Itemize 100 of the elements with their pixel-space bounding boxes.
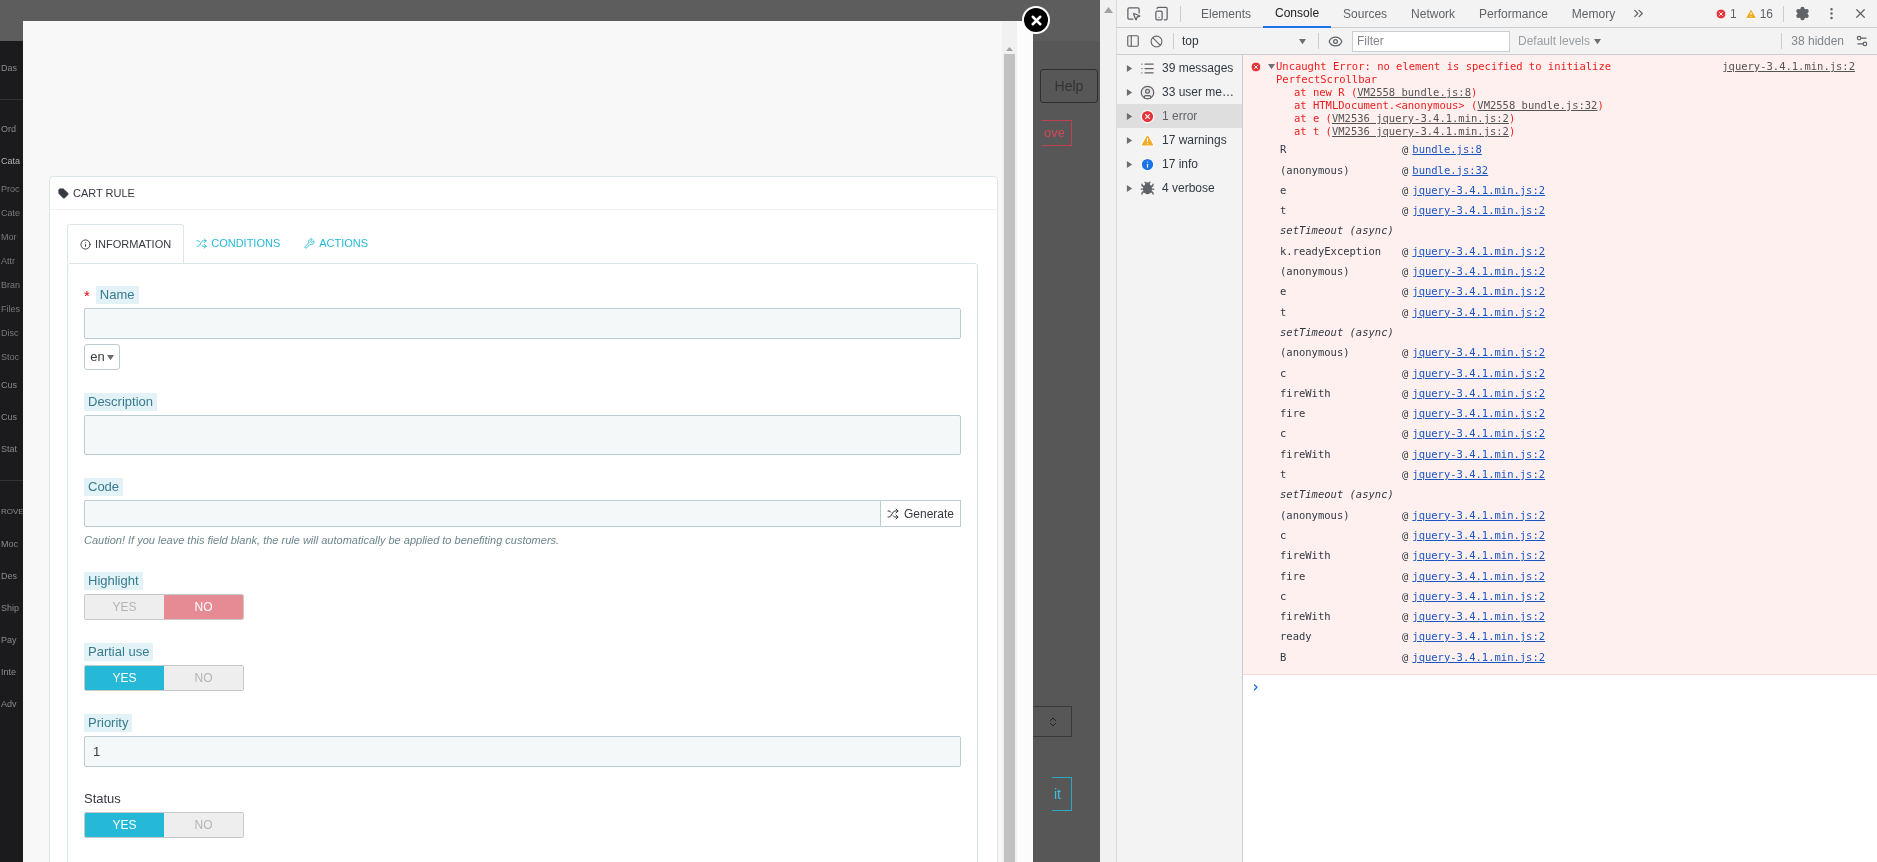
expand-icon (1126, 64, 1133, 72)
language-dropdown[interactable]: en (84, 344, 120, 370)
text-field[interactable]: 1 (84, 735, 961, 767)
source-link[interactable]: jquery-3.4.1.min.js:2 (1412, 203, 1546, 219)
filter-field[interactable]: Filter (1352, 30, 1510, 52)
async-marker: setTimeout (async) (1280, 324, 1394, 340)
sidebar-item[interactable]: Ship (0, 593, 23, 625)
sidebar-item[interactable]: Attr (0, 250, 23, 274)
message-group[interactable]: 4 verbose (1117, 176, 1242, 200)
sidebar-item[interactable]: Pay (0, 625, 23, 657)
source-link[interactable]: jquery-3.4.1.min.js:2 (1412, 406, 1546, 422)
source-link[interactable]: bundle.js:32 (1412, 162, 1489, 179)
source-link[interactable]: jquery-3.4.1.min.js:2 (1412, 588, 1546, 605)
source-link[interactable]: jquery-3.4.1.min.js:2 (1412, 284, 1546, 301)
source-link[interactable]: jquery-3.4.1.min.js:2 (1412, 507, 1546, 524)
function-name: fire (1280, 406, 1307, 422)
sidebar-item[interactable]: Inte (0, 657, 23, 689)
edit-button[interactable]: it (1052, 777, 1072, 811)
text-field[interactable] (84, 308, 961, 339)
sidebar-item[interactable]: Ord (0, 114, 23, 146)
sidebar-item[interactable]: Adv (0, 689, 23, 721)
source-link[interactable]: jquery-3.4.1.min.js:2 (1412, 426, 1546, 443)
message-group[interactable]: 17 warnings (1117, 128, 1242, 152)
source-link[interactable]: VM2536 jquery-3.4.1.min.js:2 (1331, 112, 1509, 124)
eye-icon[interactable] (1328, 33, 1343, 49)
shuffle-icon (196, 238, 208, 249)
console-prompt[interactable]: › (1251, 677, 1261, 696)
source-link[interactable]: jquery-3.4.1.min.js:2 (1722, 60, 1855, 73)
at-sign: @ (1402, 142, 1409, 158)
close-icon[interactable] (1853, 6, 1868, 21)
sidebar-item[interactable]: Stoc (0, 346, 23, 370)
sidebar-item[interactable]: Cus (0, 370, 23, 402)
message-group[interactable]: 1 error (1117, 104, 1242, 128)
source-link[interactable]: jquery-3.4.1.min.js:2 (1412, 345, 1546, 361)
inspect-icon[interactable] (1126, 6, 1141, 21)
sidebar-item[interactable]: Cata (0, 146, 23, 178)
devtools-tab[interactable]: Elements (1189, 0, 1264, 28)
sidebar-item[interactable]: Bran (0, 274, 23, 298)
at-sign: @ (1402, 609, 1409, 625)
sidebar-item[interactable]: Proc (0, 178, 23, 202)
source-link[interactable]: jquery-3.4.1.min.js:2 (1412, 446, 1546, 463)
at-sign: @ (1402, 649, 1409, 665)
sidebar-item[interactable]: Das (0, 53, 23, 85)
function-name: c (1280, 365, 1288, 381)
expand-icon (1126, 88, 1133, 96)
sidebar-item[interactable]: Cus (0, 402, 23, 434)
wrench-icon (304, 238, 316, 249)
function-name: c (1280, 527, 1288, 543)
clear-console-icon[interactable] (1150, 34, 1163, 48)
source-link[interactable]: jquery-3.4.1.min.js:2 (1412, 467, 1546, 483)
tab[interactable]: INFORMATION (67, 224, 185, 263)
source-link[interactable]: VM2558 bundle.js:8 (1357, 86, 1471, 98)
sidebar-item[interactable]: Stat (0, 434, 23, 466)
sidebar-item[interactable]: Mor (0, 226, 23, 250)
devtools-tab[interactable]: Network (1399, 0, 1468, 28)
source-link[interactable]: bundle.js:8 (1412, 142, 1482, 158)
at-sign: @ (1402, 304, 1409, 320)
source-link[interactable]: jquery-3.4.1.min.js:2 (1412, 182, 1546, 199)
source-link[interactable]: jquery-3.4.1.min.js:2 (1412, 264, 1546, 280)
sidebar-item[interactable]: Files (0, 298, 23, 322)
source-link[interactable]: jquery-3.4.1.min.js:2 (1412, 649, 1546, 666)
sidebar-item[interactable]: Cate (0, 202, 23, 226)
source-link[interactable]: jquery-3.4.1.min.js:2 (1412, 527, 1546, 544)
code-field[interactable] (84, 500, 881, 527)
function-name: ready (1280, 629, 1313, 645)
caret-icon (1299, 37, 1306, 45)
context-select[interactable]: top (1174, 30, 1314, 52)
source-link[interactable]: jquery-3.4.1.min.js:2 (1412, 365, 1546, 382)
function-name: fireWith (1280, 385, 1332, 401)
sidebar-item[interactable]: ROVE (0, 495, 23, 529)
collapse-icon (1268, 63, 1275, 70)
generate-button[interactable]: Generate (880, 500, 961, 527)
error-count: 1 (1729, 5, 1737, 23)
message-group[interactable]: 39 messages (1117, 56, 1242, 80)
source-link[interactable]: jquery-3.4.1.min.js:2 (1412, 568, 1546, 585)
sidebar-item[interactable]: Des (0, 561, 23, 593)
sidebar-item[interactable]: Disc (0, 322, 23, 346)
source-link[interactable]: jquery-3.4.1.min.js:2 (1412, 609, 1546, 625)
source-link[interactable]: jquery-3.4.1.min.js:2 (1412, 385, 1546, 402)
field-label: Status (84, 789, 121, 808)
source-link[interactable]: jquery-3.4.1.min.js:2 (1412, 629, 1546, 646)
message-group[interactable]: 33 user me… (1117, 80, 1242, 104)
source-link[interactable]: jquery-3.4.1.min.js:2 (1412, 548, 1546, 564)
scrollbar-thumb[interactable] (1004, 54, 1015, 862)
devtools-tab[interactable]: Performance (1467, 0, 1560, 28)
tag-icon (58, 187, 69, 199)
expand-icon (1126, 184, 1133, 192)
expand-icon (1126, 112, 1133, 120)
sidebar-toggle-icon[interactable] (1126, 34, 1140, 48)
source-link[interactable]: jquery-3.4.1.min.js:2 (1412, 304, 1546, 321)
message-group[interactable]: 17 info (1117, 152, 1242, 176)
function-name: c (1280, 426, 1288, 442)
device-icon[interactable] (1154, 6, 1169, 21)
devtools-tab[interactable]: Sources (1331, 0, 1400, 28)
source-link[interactable]: jquery-3.4.1.min.js:2 (1412, 243, 1546, 260)
devtools-tab[interactable]: Memory (1559, 0, 1628, 28)
sidebar-item[interactable]: Moc (0, 529, 23, 561)
source-link[interactable]: VM2558 bundle.js:32 (1477, 99, 1598, 111)
error-icon (1250, 61, 1262, 73)
source-link[interactable]: VM2536 jquery-3.4.1.min.js:2 (1331, 125, 1509, 137)
